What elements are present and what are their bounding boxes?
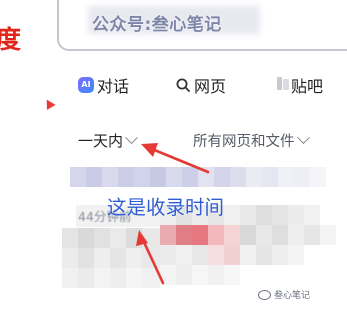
tab-web[interactable]: 网页	[176, 73, 226, 97]
search-query-text: 公众号:叁心笔记	[92, 15, 222, 35]
tab-ai-chat-label: 对话	[97, 77, 130, 96]
chevron-down-icon	[125, 131, 138, 145]
tieba-icon	[276, 76, 290, 95]
scope-filter-dropdown[interactable]: 所有网页和文件	[193, 130, 310, 151]
time-filter-dropdown[interactable]: 一天内	[78, 130, 138, 151]
search-icon	[176, 78, 190, 92]
tab-web-label: 网页	[194, 77, 227, 96]
red-marker	[42, 97, 56, 110]
chevron-down-icon	[296, 131, 310, 145]
screenshot-stage: 度 公众号:叁心笔记 AI 对话 网页 贴吧 一天内 所有网页和文件 44分钟前…	[0, 0, 347, 313]
tab-tieba[interactable]: 贴吧	[276, 73, 323, 97]
baidu-logo-fragment: 度	[0, 25, 23, 54]
watermark-text: 叁心笔记	[274, 291, 311, 301]
wechat-icon	[258, 289, 271, 300]
wechat-watermark: 叁心笔记	[258, 288, 310, 301]
tab-ai-chat[interactable]: AI 对话	[78, 73, 129, 97]
tab-tieba-label: 贴吧	[291, 77, 324, 96]
arrow-to-timestamp	[136, 230, 165, 285]
annotation-label: 这是收录时间	[107, 196, 225, 219]
time-filter-label: 一天内	[78, 132, 124, 150]
ai-chat-icon: AI	[78, 77, 94, 93]
scope-filter-label: 所有网页和文件	[193, 134, 295, 150]
